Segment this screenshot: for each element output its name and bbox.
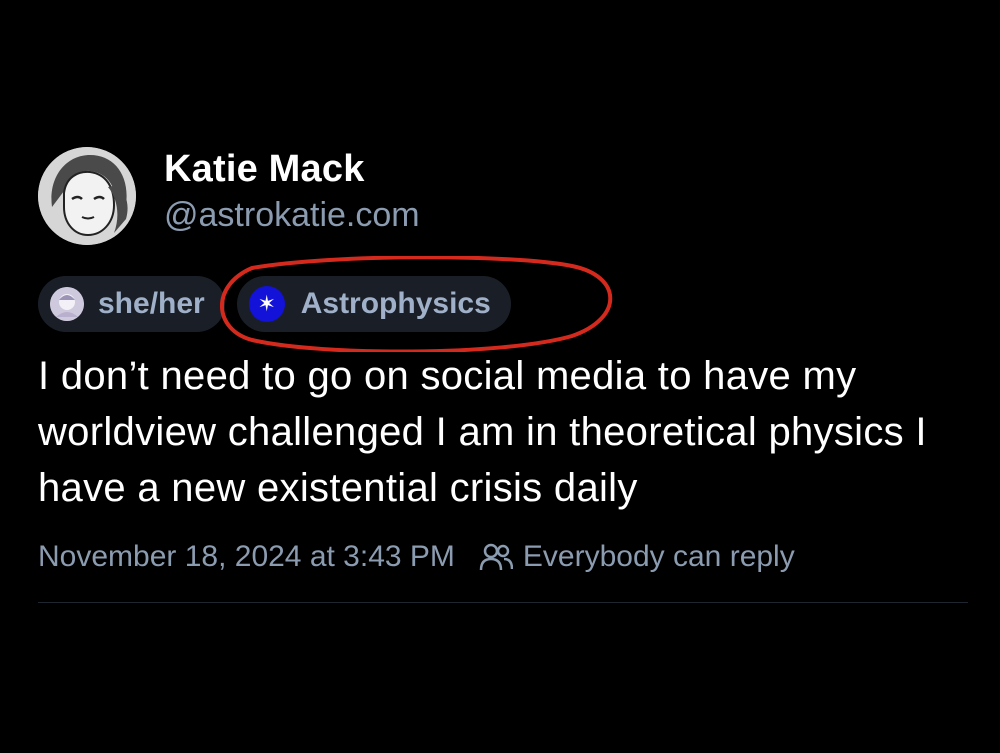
divider: [38, 602, 968, 603]
label-chip-astrophysics[interactable]: ✶ Astrophysics: [236, 276, 511, 332]
reply-setting[interactable]: Everybody can reply: [479, 540, 795, 574]
avatar-illustration: [38, 147, 136, 245]
author-names: Katie Mack @astrokatie.com: [164, 146, 420, 238]
author-display-name[interactable]: Katie Mack: [164, 146, 420, 192]
post-meta: November 18, 2024 at 3:43 PM Everybody c…: [38, 534, 968, 580]
post-card: Katie Mack @astrokatie.com she/her ✶ Ast…: [38, 146, 968, 603]
pronoun-avatar-icon: [50, 287, 84, 321]
label-chip-pronouns[interactable]: she/her: [38, 276, 225, 332]
avatar[interactable]: [38, 147, 136, 245]
label-chip-pronouns-text: she/her: [98, 287, 205, 320]
profile-labels: she/her ✶ Astrophysics: [38, 256, 968, 352]
post-timestamp[interactable]: November 18, 2024 at 3:43 PM: [38, 540, 455, 574]
reply-setting-text: Everybody can reply: [522, 540, 795, 573]
asterisk-icon: ✶: [248, 286, 285, 322]
author-handle[interactable]: @astrokatie.com: [164, 192, 420, 238]
author-row: Katie Mack @astrokatie.com: [38, 146, 968, 246]
label-chip-astrophysics-text: Astrophysics: [300, 287, 491, 320]
people-icon: [479, 543, 513, 571]
post-text: I don’t need to go on social media to ha…: [38, 354, 927, 510]
